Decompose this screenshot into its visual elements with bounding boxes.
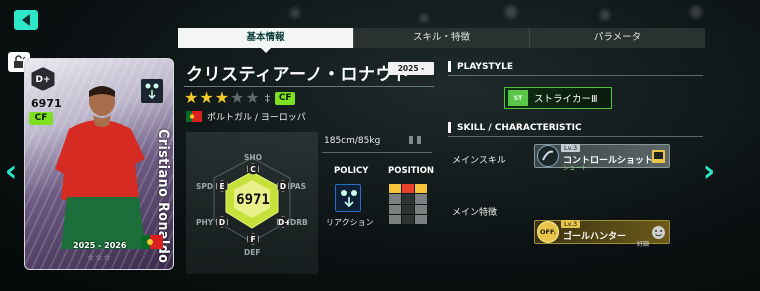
main-skill-card[interactable]: Lv.3 コントロールショット シュート xyxy=(534,144,670,172)
trait-level: Lv.3 xyxy=(561,220,581,228)
position-cell xyxy=(402,204,414,214)
prev-arrow-icon[interactable]: ‹ xyxy=(4,152,18,192)
policy-title: POLICY xyxy=(334,166,369,176)
skill-level: Lv.3 xyxy=(561,144,581,152)
bg-light xyxy=(690,6,702,18)
player-name: クリスティアーノ・ロナウド xyxy=(186,65,411,85)
policy-icon[interactable] xyxy=(335,184,361,212)
bg-light xyxy=(600,10,610,20)
season-badge: 2025 - 2026 xyxy=(388,62,434,86)
position-cell xyxy=(402,214,414,224)
position-cell xyxy=(389,204,401,214)
playstyle-title: PLAYSTYLE xyxy=(457,61,513,72)
main-skill-type: シュート xyxy=(563,165,588,172)
preferred-foot-icon xyxy=(409,136,421,144)
main-skill-label: メインスキル xyxy=(452,156,506,166)
nation-label: ポルトガル / ヨーロッパ xyxy=(207,113,306,123)
player-card[interactable]: D+ 6971 CF Cristiano Ronaldo 2025 - 2026… xyxy=(24,58,174,270)
stat-modifier-icon: ‡ xyxy=(264,91,271,105)
overall-rating: 6971 xyxy=(236,192,270,208)
star-icon: ★ xyxy=(214,88,230,107)
trait-name: ゴールハンター xyxy=(563,232,627,242)
card-policy-icon xyxy=(141,79,163,103)
position-map xyxy=(389,184,427,224)
skill-detail-icon xyxy=(652,150,665,163)
position-cell xyxy=(415,214,427,224)
trait-label: メイン特徴 xyxy=(452,208,498,218)
bg-light xyxy=(505,6,517,18)
divider xyxy=(184,86,434,87)
divider xyxy=(448,75,703,76)
card-season: 2025 - 2026 xyxy=(73,241,127,250)
star-icon: ★ xyxy=(230,88,245,107)
trait-condition: 好調 xyxy=(636,241,649,248)
tab-bar: 基本情報 スキル・特徴 パラメータ xyxy=(178,28,705,53)
back-button[interactable] xyxy=(14,10,38,30)
portugal-flag-icon xyxy=(141,235,163,249)
policy-label: リアクション xyxy=(326,218,374,227)
star-icon: ★ xyxy=(199,88,214,107)
stat-label-phy: PHY xyxy=(196,218,214,227)
offense-trait-icon: OFF. xyxy=(537,221,559,243)
stat-label-spd: SPD xyxy=(196,182,214,191)
back-arrow-icon xyxy=(22,14,30,26)
bg-light xyxy=(420,14,428,22)
star-icon: ★ xyxy=(184,88,199,107)
card-rating: 6971 xyxy=(31,97,62,110)
skill-title: SKILL / CHARACTERISTIC xyxy=(457,122,582,133)
nationality: ポルトガル / ヨーロッパ xyxy=(186,110,306,123)
position-cell xyxy=(389,214,401,224)
position-cell xyxy=(389,194,401,204)
tab-parameters[interactable]: パラメータ xyxy=(530,28,705,48)
position-cell xyxy=(402,184,414,194)
stat-label-drb: DRB xyxy=(290,218,308,227)
card-stars: ☆☆☆ xyxy=(87,253,112,262)
rarity-stars: ★ ★ ★ ★ ★ ‡ CF xyxy=(184,88,296,107)
star-icon: ★ xyxy=(245,88,260,107)
divider xyxy=(448,136,703,137)
position-cell xyxy=(415,194,427,204)
card-position-badge: CF xyxy=(29,112,53,125)
playstyle-header: PLAYSTYLE xyxy=(448,61,513,72)
bg-light xyxy=(290,8,300,18)
playstyle-badge[interactable]: ST ストライカーⅢ xyxy=(504,87,612,109)
playstyle-label: ストライカーⅢ xyxy=(534,94,598,105)
player-image xyxy=(55,86,145,249)
stat-label-pas: PAS xyxy=(290,182,307,191)
tab-basic-info[interactable]: 基本情報 xyxy=(178,28,354,53)
position-cell xyxy=(389,184,401,194)
skill-header: SKILL / CHARACTERISTIC xyxy=(448,122,582,133)
position-badge: CF xyxy=(275,91,296,105)
main-trait-card[interactable]: OFF. Lv.3 ゴールハンター 好調 xyxy=(534,220,670,248)
next-arrow-icon[interactable]: › xyxy=(702,152,716,192)
mood-face-icon xyxy=(652,226,665,239)
divider xyxy=(322,152,432,153)
height-weight: 185cm/85kg xyxy=(324,136,381,146)
shot-skill-icon xyxy=(537,145,559,167)
position-cell xyxy=(415,204,427,214)
striker-icon: ST xyxy=(508,90,528,106)
portugal-flag-icon xyxy=(186,111,202,122)
position-title: POSITION xyxy=(388,166,435,176)
position-cell xyxy=(402,194,414,204)
stat-label-def: DEF xyxy=(244,248,261,257)
stat-label-sho: SHO xyxy=(244,153,263,162)
tab-skills-traits[interactable]: スキル・特徴 xyxy=(354,28,530,48)
position-cell xyxy=(415,184,427,194)
